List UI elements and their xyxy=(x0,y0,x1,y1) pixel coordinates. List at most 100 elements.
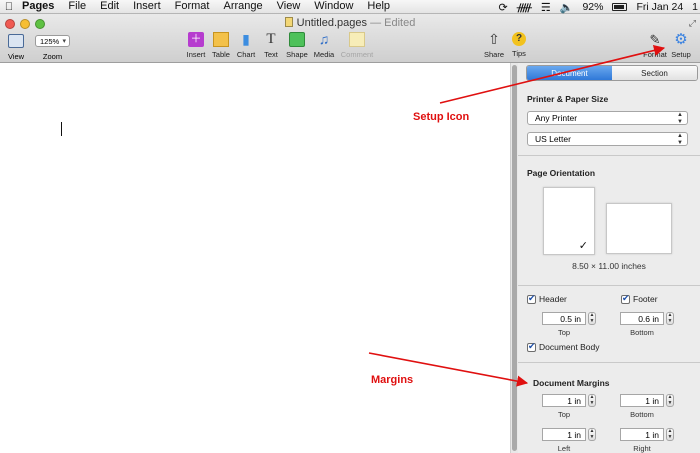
landscape-orientation-option[interactable] xyxy=(606,203,672,254)
apple-icon[interactable]:  xyxy=(0,1,18,13)
header-spin[interactable]: ▲ ▼ xyxy=(588,312,596,325)
table-icon xyxy=(213,32,229,47)
tips-button[interactable]: ? Tips xyxy=(502,32,536,58)
margin-right-spin[interactable]: ▲ ▼ xyxy=(666,428,674,441)
menu-help[interactable]: Help xyxy=(360,0,397,13)
paper-size-select[interactable]: US Letter ▲ ▼ xyxy=(527,132,688,146)
paintbrush-icon: ✎ xyxy=(649,32,661,47)
section-divider xyxy=(518,285,700,286)
zoom-label: Zoom xyxy=(42,52,63,61)
margin-right-stepper[interactable]: 1 in ▲ ▼ xyxy=(620,428,674,441)
margin-bottom-spin[interactable]: ▲ ▼ xyxy=(666,394,674,407)
battery-icon[interactable] xyxy=(612,3,628,11)
menu-insert[interactable]: Insert xyxy=(126,0,168,13)
text-caret xyxy=(61,122,62,136)
chart-icon: ▮ xyxy=(242,31,250,47)
media-label: Media xyxy=(313,50,335,59)
margin-left-input[interactable]: 1 in xyxy=(542,428,586,441)
margins-annotation: Margins xyxy=(371,374,414,386)
insert-label: Insert xyxy=(186,50,206,59)
setup-button[interactable]: ⚙ Setup xyxy=(664,32,698,59)
footer-toggle[interactable]: Footer xyxy=(621,293,658,304)
printer-section-title: Printer & Paper Size xyxy=(527,94,609,104)
footer-stepper[interactable]: 0.6 in ▲ ▼ xyxy=(620,312,674,325)
margin-right-input[interactable]: 1 in xyxy=(620,428,664,441)
tab-section[interactable]: Section xyxy=(612,66,697,80)
menu-window[interactable]: Window xyxy=(307,0,360,13)
margin-top-spin[interactable]: ▲ ▼ xyxy=(588,394,596,407)
margin-top-stepper[interactable]: 1 in ▲ ▼ xyxy=(542,394,596,407)
footer-spin[interactable]: ▲ ▼ xyxy=(666,312,674,325)
paper-size-value: US Letter xyxy=(535,134,571,144)
document-body-label: Document Body xyxy=(539,342,600,352)
footer-label: Footer xyxy=(633,294,658,304)
margin-left-spin[interactable]: ▲ ▼ xyxy=(588,428,596,441)
footer-checkbox[interactable] xyxy=(621,293,630,304)
margin-top-input[interactable]: 1 in xyxy=(542,394,586,407)
menu-extras: ⟳ ᚏ ☴ 🔈 92% Fri Jan 24 1 xyxy=(498,0,698,14)
clock[interactable]: Fri Jan 24 xyxy=(636,1,683,13)
portrait-orientation-option[interactable]: ✓ xyxy=(543,187,595,255)
footer-position-label: Bottom xyxy=(630,328,654,337)
section-divider xyxy=(518,155,700,156)
menu-edit[interactable]: Edit xyxy=(93,0,126,13)
setup-icon-annotation: Setup Icon xyxy=(413,111,470,123)
menu-arrange[interactable]: Arrange xyxy=(216,0,269,13)
battery-percent[interactable]: 92% xyxy=(582,1,603,13)
wifi-icon[interactable]: ☴ xyxy=(541,1,551,14)
comment-button[interactable]: Comment xyxy=(338,32,376,59)
window-title-text: Untitled.pages xyxy=(296,17,367,29)
chart-label: Chart xyxy=(236,50,256,59)
header-input[interactable]: 0.5 in xyxy=(542,312,586,325)
table-label: Table xyxy=(212,50,230,59)
view-icon[interactable] xyxy=(8,34,24,48)
time-machine-icon[interactable]: ⟳ xyxy=(498,1,507,14)
zoom-select[interactable]: 125% ▾ xyxy=(35,35,70,47)
shape-label: Shape xyxy=(286,50,308,59)
menu-view[interactable]: View xyxy=(270,0,308,13)
bluetooth-icon[interactable]: ᚏ xyxy=(517,1,532,14)
scrollbar-thumb[interactable] xyxy=(512,65,517,451)
header-checkbox[interactable] xyxy=(527,293,536,304)
fullscreen-icon[interactable]: ⤢ xyxy=(689,18,696,29)
volume-icon[interactable]: 🔈 xyxy=(560,1,574,14)
document-icon xyxy=(284,17,293,27)
up-down-icon: ▲ ▼ xyxy=(677,133,683,146)
header-label: Header xyxy=(539,294,567,304)
header-stepper[interactable]: 0.5 in ▲ ▼ xyxy=(542,312,596,325)
tab-document[interactable]: Document xyxy=(527,66,612,80)
document-body-checkbox[interactable] xyxy=(527,341,536,352)
gear-icon: ⚙ xyxy=(674,31,688,48)
margin-top-label: Top xyxy=(557,410,571,419)
tips-icon: ? xyxy=(512,32,526,46)
media-button[interactable]: ♫ Media xyxy=(307,31,341,60)
menu-app-pages[interactable]: Pages xyxy=(18,0,61,13)
footer-input[interactable]: 0.6 in xyxy=(620,312,664,325)
menu-file[interactable]: File xyxy=(61,0,93,13)
insert-icon: ＋ xyxy=(188,32,204,47)
view-label: View xyxy=(7,52,25,61)
inspector-tabs: Document Section xyxy=(526,65,698,81)
margin-left-label: Left xyxy=(557,444,571,453)
up-down-icon: ▲ ▼ xyxy=(677,112,683,125)
checkmark-icon: ✓ xyxy=(578,240,588,252)
chevron-down-icon: ▾ xyxy=(62,38,66,45)
document-body-toggle[interactable]: Document Body xyxy=(527,341,600,352)
header-toggle[interactable]: Header xyxy=(527,293,567,304)
pages-window:  Pages File Edit Insert Format Arrange … xyxy=(0,0,700,453)
text-icon: T xyxy=(266,31,276,47)
setup-label: Setup xyxy=(671,50,691,59)
shape-icon xyxy=(289,32,305,47)
margin-bottom-input[interactable]: 1 in xyxy=(620,394,664,407)
menu-format[interactable]: Format xyxy=(168,0,217,13)
margin-left-stepper[interactable]: 1 in ▲ ▼ xyxy=(542,428,596,441)
tips-label: Tips xyxy=(512,49,526,58)
document-scrollbar[interactable] xyxy=(510,63,518,453)
user-menu[interactable]: 1 xyxy=(692,1,698,13)
printer-select[interactable]: Any Printer ▲ ▼ xyxy=(527,111,688,125)
margin-bottom-stepper[interactable]: 1 in ▲ ▼ xyxy=(620,394,674,407)
margins-section-title: Document Margins xyxy=(533,378,610,388)
media-icon: ♫ xyxy=(318,31,330,47)
comment-label: Comment xyxy=(340,50,374,59)
share-label: Share xyxy=(483,50,504,59)
